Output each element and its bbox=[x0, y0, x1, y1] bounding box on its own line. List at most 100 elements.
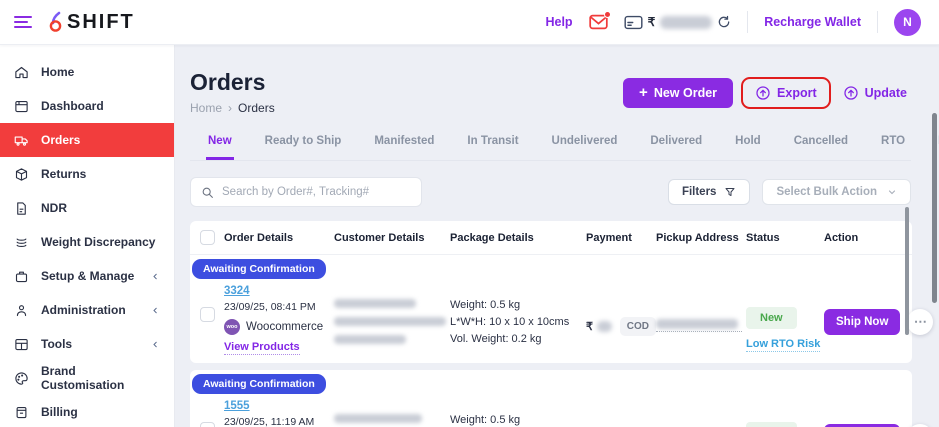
plus-icon: + bbox=[639, 88, 648, 98]
sidebar-item-home[interactable]: Home bbox=[0, 55, 174, 89]
order-id-link[interactable]: 3324 bbox=[224, 285, 250, 297]
search-icon bbox=[201, 186, 214, 199]
status-cell: New Low RTO Risk bbox=[746, 285, 824, 352]
bulk-action-select[interactable]: Select Bulk Action bbox=[762, 179, 911, 205]
breadcrumb: Home › Orders bbox=[190, 101, 275, 115]
sidebar-item-returns[interactable]: Returns bbox=[0, 157, 174, 191]
sidebar-item-brand-customisation[interactable]: Brand Customisation bbox=[0, 361, 174, 395]
action-cell: Ship Now ⋯ bbox=[824, 285, 933, 335]
order-datetime: 23/09/25, 11:19 AM bbox=[224, 416, 334, 427]
sidebar-item-dashboard[interactable]: Dashboard bbox=[0, 89, 174, 123]
chevron-down-icon bbox=[887, 187, 897, 197]
help-link[interactable]: Help bbox=[545, 15, 572, 29]
col-pickup-address: Pickup Address bbox=[656, 232, 746, 244]
customer-details-cell bbox=[334, 400, 450, 427]
row-checkbox[interactable] bbox=[200, 422, 215, 427]
mail-notification-button[interactable] bbox=[589, 14, 608, 30]
refresh-icon[interactable] bbox=[717, 15, 731, 29]
package-weight: Weight: 0.5 kg bbox=[450, 297, 586, 314]
search-input[interactable] bbox=[222, 186, 411, 198]
logo-glyph-icon bbox=[46, 10, 65, 34]
sidebar-item-billing[interactable]: Billing bbox=[0, 395, 174, 427]
box-icon bbox=[14, 167, 29, 182]
logo-text: SHIFT bbox=[67, 11, 135, 34]
tools-grid-icon bbox=[14, 337, 29, 352]
orders-table: Order Details Customer Details Package D… bbox=[190, 221, 912, 427]
chevron-left-icon bbox=[151, 306, 160, 315]
table-row: Awaiting Confirmation 1555 23/09/25, 11:… bbox=[190, 370, 912, 427]
new-order-button[interactable]: + New Order bbox=[623, 78, 733, 108]
truck-icon bbox=[14, 133, 29, 148]
redacted-customer-phone bbox=[334, 335, 406, 344]
order-id-link[interactable]: 1555 bbox=[224, 400, 250, 412]
col-customer-details: Customer Details bbox=[334, 232, 450, 244]
tab-undelivered[interactable]: Undelivered bbox=[550, 127, 620, 160]
row-checkbox[interactable] bbox=[200, 307, 215, 322]
order-details-cell: 3324 23/09/25, 08:41 PM woo Woocommerce … bbox=[224, 285, 334, 355]
app-logo[interactable]: SHIFT bbox=[46, 10, 135, 34]
tab-manifested[interactable]: Manifested bbox=[372, 127, 436, 160]
update-button[interactable]: Update bbox=[839, 81, 911, 105]
ship-now-button[interactable]: Ship Now bbox=[824, 309, 900, 335]
breadcrumb-home[interactable]: Home bbox=[190, 101, 222, 115]
table-scrollbar[interactable] bbox=[905, 207, 909, 335]
redacted-customer-name bbox=[334, 414, 422, 423]
package-details-cell: Weight: 0.5 kg L*W*H: 10 x 10 x 10cms Vo… bbox=[450, 400, 586, 427]
sidebar-item-tools[interactable]: Tools bbox=[0, 327, 174, 361]
order-status-tabs: New Ready to Ship Manifested In Transit … bbox=[190, 127, 911, 161]
col-package-details: Package Details bbox=[450, 232, 586, 244]
tab-delivered[interactable]: Delivered bbox=[648, 127, 704, 160]
order-details-cell: 1555 23/09/25, 11:19 AM S Shopify View P… bbox=[224, 400, 334, 427]
person-icon bbox=[14, 303, 29, 318]
sidebar-item-administration[interactable]: Administration bbox=[0, 293, 174, 327]
divider bbox=[877, 11, 878, 33]
view-products-link[interactable]: View Products bbox=[224, 341, 300, 355]
wallet-amount-redacted bbox=[660, 16, 712, 29]
payment-cell: ₹ COD bbox=[586, 285, 656, 336]
briefcase-icon bbox=[14, 269, 29, 284]
col-payment: Payment bbox=[586, 232, 656, 244]
filters-button[interactable]: Filters bbox=[668, 179, 751, 205]
tab-new[interactable]: New bbox=[206, 127, 234, 160]
more-actions-button[interactable]: ⋯ bbox=[907, 309, 933, 335]
sidebar-item-orders[interactable]: Orders bbox=[0, 123, 174, 157]
tab-cancelled[interactable]: Cancelled bbox=[792, 127, 850, 160]
search-box[interactable] bbox=[190, 177, 422, 207]
tab-hold[interactable]: Hold bbox=[733, 127, 763, 160]
redacted-pickup-address bbox=[656, 319, 738, 329]
customer-details-cell bbox=[334, 285, 450, 353]
status-badge: Awaiting Confirmation bbox=[192, 374, 326, 394]
sidebar-item-setup-manage[interactable]: Setup & Manage bbox=[0, 259, 174, 293]
upload-circle-icon bbox=[843, 85, 859, 101]
user-avatar[interactable]: N bbox=[894, 9, 921, 36]
sidebar-item-ndr[interactable]: NDR bbox=[0, 191, 174, 225]
status-cell: New Low RTO Risk bbox=[746, 400, 824, 427]
package-vol-weight: Vol. Weight: 0.2 kg bbox=[450, 331, 586, 348]
hamburger-menu-icon[interactable] bbox=[14, 13, 32, 31]
select-all-checkbox[interactable] bbox=[200, 230, 215, 245]
export-button[interactable]: Export bbox=[751, 81, 821, 105]
redacted-customer-email bbox=[334, 317, 446, 326]
woocommerce-icon: woo bbox=[224, 319, 240, 335]
status-badge: Awaiting Confirmation bbox=[192, 259, 326, 279]
package-details-cell: Weight: 0.5 kg L*W*H: 10 x 10 x 10cms Vo… bbox=[450, 285, 586, 348]
pickup-address-cell bbox=[656, 400, 746, 427]
funnel-icon bbox=[724, 186, 736, 198]
tab-rto[interactable]: RTO bbox=[879, 127, 907, 160]
tab-ready-to-ship[interactable]: Ready to Ship bbox=[263, 127, 344, 160]
redacted-payment-amount bbox=[597, 321, 612, 332]
chevron-left-icon bbox=[151, 340, 160, 349]
table-row: Awaiting Confirmation 3324 23/09/25, 08:… bbox=[190, 255, 912, 363]
recharge-wallet-button[interactable]: Recharge Wallet bbox=[764, 15, 861, 29]
export-annotation-highlight: Export bbox=[741, 77, 831, 109]
breadcrumb-separator: › bbox=[228, 101, 232, 115]
weight-icon bbox=[14, 235, 29, 250]
tab-in-transit[interactable]: In Transit bbox=[465, 127, 520, 160]
sidebar-item-weight-discrepancy[interactable]: Weight Discrepancy bbox=[0, 225, 174, 259]
rto-risk-link[interactable]: Low RTO Risk bbox=[746, 338, 820, 352]
order-status-badge: New bbox=[746, 422, 797, 427]
table-header: Order Details Customer Details Package D… bbox=[190, 221, 912, 255]
topbar: SHIFT Help ₹ Recharge Wallet N bbox=[0, 0, 939, 45]
breadcrumb-current: Orders bbox=[238, 101, 275, 115]
page-scrollbar[interactable] bbox=[932, 113, 937, 303]
